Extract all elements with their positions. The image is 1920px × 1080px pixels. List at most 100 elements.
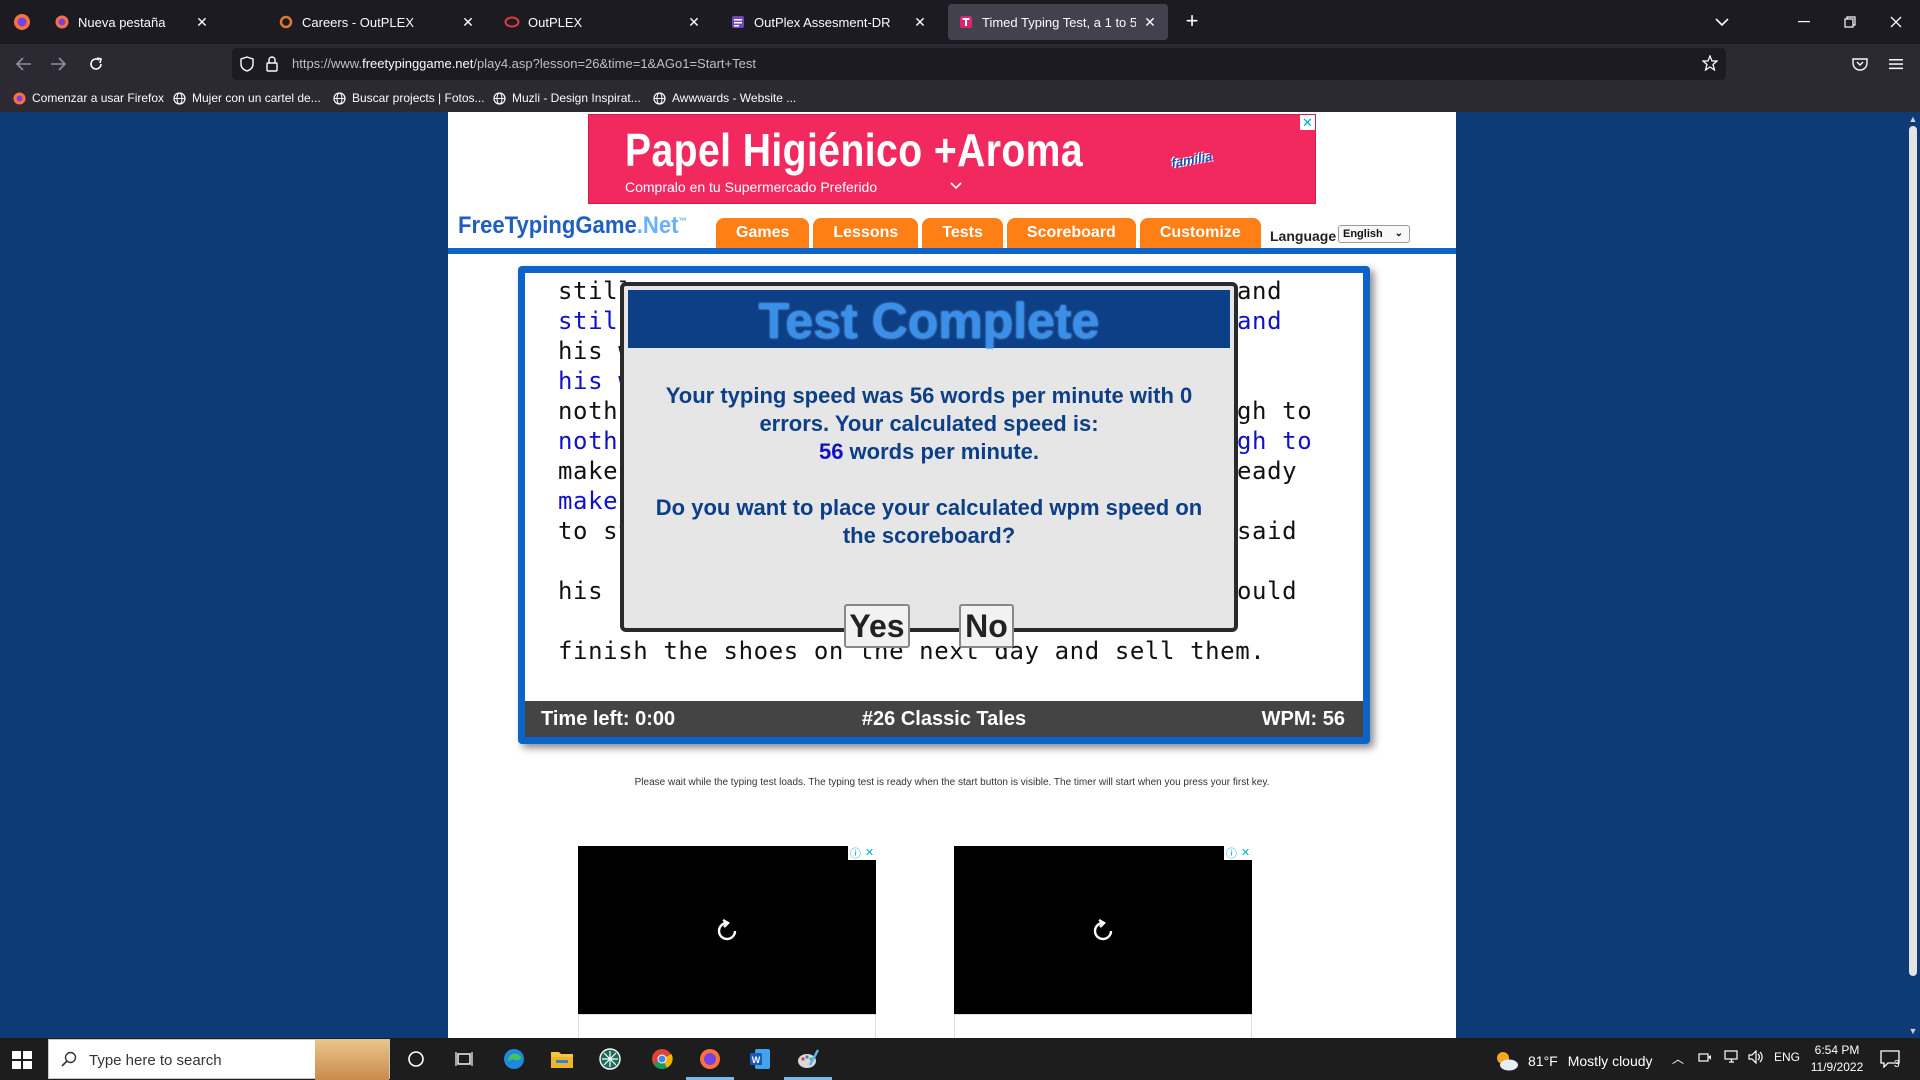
bookmark-label: Buscar projects | Fotos... [352,91,485,105]
firefox-view-icon[interactable] [8,8,36,36]
bookmark-comenzar-firefox[interactable]: Comenzar a usar Firefox [12,90,164,106]
speed-value: 56 [818,439,844,464]
tab-timed-typing-test[interactable]: Timed Typing Test, a 1 to 5 minu ✕ [948,4,1168,40]
tab-label: Careers - OutPLEX [302,14,414,30]
taskbar-clock[interactable]: 6:54 PM 11/9/2022 [1806,1042,1868,1076]
adchoices-icon[interactable]: ⓘ [1226,845,1237,861]
partly-cloudy-icon [1497,1052,1518,1071]
nav-tab-scoreboard[interactable]: Scoreboard [1006,218,1136,248]
weather-widget[interactable]: 81°F Mostly cloudy [1494,1050,1653,1072]
close-tab-icon[interactable]: ✕ [912,14,928,30]
tab-outplex-assesment[interactable]: OutPlex Assesment-DR ✕ [720,4,938,40]
tab-careers-outplex[interactable]: Careers - OutPLEX ✕ [268,4,486,40]
minimize-button[interactable] [1790,8,1818,36]
input-language[interactable]: ENG [1774,1050,1800,1064]
yes-button[interactable]: Yes [844,604,910,648]
bookmarks-toolbar: Comenzar a usar Firefox Mujer con un car… [0,84,1920,112]
site-nav: Games Lessons Tests Scoreboard Customize [716,218,1265,248]
bookmark-awwwards[interactable]: Awwwards - Website ... [652,90,796,106]
chevron-down-icon[interactable] [949,179,963,193]
ad-close-icon[interactable]: ✕ [1300,115,1315,130]
scrollbar-thumb[interactable] [1909,126,1917,976]
show-hidden-icons-chevron-icon[interactable]: ︿ [1672,1050,1684,1067]
close-window-button[interactable] [1882,8,1910,36]
page-content: Papel Higiénico +Aroma Compralo en tu Su… [448,112,1456,1038]
notifications-icon[interactable]: 3 [1876,1045,1904,1073]
line-text-end: eady [1237,457,1298,485]
restore-button[interactable] [1836,8,1864,36]
cortana-icon[interactable] [402,1045,430,1073]
scroll-up-icon[interactable]: ▲ [1908,114,1918,124]
back-arrow-icon[interactable] [12,52,36,76]
pocket-icon[interactable] [1848,52,1872,76]
speed-suffix: words per minute. [843,439,1040,464]
tab-label: OutPlex Assesment-DR [754,14,891,30]
tab-nueva-pestana[interactable]: Nueva pestaña ✕ [44,4,220,40]
word-icon[interactable]: W [746,1045,774,1073]
file-explorer-icon[interactable] [548,1045,576,1073]
firefox-taskbar-icon[interactable] [686,1045,734,1080]
bookmark-buscar-projects[interactable]: Buscar projects | Fotos... [332,90,485,106]
loading-note: Please wait while the typing test loads.… [634,777,1270,788]
windows-start-icon[interactable] [10,1048,34,1072]
nav-tab-tests[interactable]: Tests [922,218,1003,248]
ad-dots-icon [1441,131,1447,191]
close-tab-icon[interactable]: ✕ [1142,14,1158,30]
bookmark-label: Mujer con un cartel de... [192,91,321,105]
site-logo[interactable]: FreeTypingGame.Net™ [458,212,687,240]
close-tab-icon[interactable]: ✕ [686,14,702,30]
bookmark-star-icon[interactable] [1701,54,1719,76]
language-select[interactable]: English ⌄ [1338,225,1410,243]
no-button[interactable]: No [959,604,1014,648]
test-complete-dialog: Test Complete Your typing speed was 56 w… [620,282,1238,648]
nav-tab-games[interactable]: Games [716,218,810,248]
bookmark-muzli[interactable]: Muzli - Design Inspirat... [492,90,641,106]
ad-close-icon[interactable]: ⓘ ✕ [848,845,876,860]
nav-tab-lessons[interactable]: Lessons [813,218,919,248]
top-ad-banner[interactable]: Papel Higiénico +Aroma Compralo en tu Su… [588,114,1445,204]
edge-icon[interactable] [500,1045,528,1073]
paint-app-icon[interactable] [784,1045,832,1080]
close-icon[interactable]: ✕ [1241,846,1250,859]
close-tab-icon[interactable]: ✕ [460,14,476,30]
tab-label: Nueva pestaña [78,14,166,30]
url-text[interactable]: https://www.freetypinggame.net/play4.asp… [292,56,756,71]
line-text: make [558,457,619,485]
ad-close-icon[interactable]: ⓘ ✕ [1224,845,1252,860]
tab-outplex[interactable]: OutPLEX ✕ [494,4,712,40]
new-tab-button[interactable]: + [1180,10,1204,34]
tracking-shield-icon[interactable] [240,56,254,77]
close-tab-icon[interactable]: ✕ [194,14,210,30]
replay-icon[interactable] [1089,916,1119,946]
scroll-down-icon[interactable]: ▼ [1908,1026,1918,1036]
address-bar[interactable]: https://www.freetypinggame.net/play4.asp… [232,48,1726,80]
search-placeholder: Type here to search [89,1052,222,1069]
replay-icon[interactable] [713,916,743,946]
meet-now-icon[interactable] [1698,1050,1712,1067]
adchoices-icon[interactable]: ⓘ [850,845,861,861]
taskbar-search-box[interactable]: Type here to search [48,1039,390,1080]
page-scrollbar[interactable]: ▲ ▼ [1906,112,1920,1038]
ad-subtitle: Compralo en tu Supermercado Preferido [625,179,878,195]
hamburger-menu-icon[interactable] [1884,52,1908,76]
web-page-viewport: Papel Higiénico +Aroma Compralo en tu Su… [0,112,1920,1038]
reload-icon[interactable] [84,52,108,76]
nav-tab-customize[interactable]: Customize [1139,218,1261,248]
app-wheel-icon[interactable] [596,1045,624,1073]
close-icon[interactable]: ✕ [865,846,874,859]
video-ad-right[interactable]: ⓘ ✕ [954,845,1252,1038]
network-icon[interactable] [1724,1050,1740,1067]
outplex-oval-icon [504,14,520,30]
chrome-icon[interactable] [648,1045,676,1073]
windows-taskbar: Type here to search W 81°F Mostly cloudy… [0,1038,1920,1080]
text-line-original: finish the shoes on the next day and sel… [558,637,1265,665]
forward-arrow-icon[interactable] [46,52,70,76]
bookmark-label: Muzli - Design Inspirat... [512,91,641,105]
task-view-icon[interactable] [450,1045,478,1073]
bookmark-mujer-cartel[interactable]: Mujer con un cartel de... [172,90,321,106]
lock-icon[interactable] [266,56,278,77]
line-text-end: gh to [1237,427,1313,455]
video-ad-left[interactable]: ⓘ ✕ [578,845,876,1038]
list-all-tabs-icon[interactable] [1708,8,1736,36]
volume-icon[interactable] [1748,1049,1764,1067]
